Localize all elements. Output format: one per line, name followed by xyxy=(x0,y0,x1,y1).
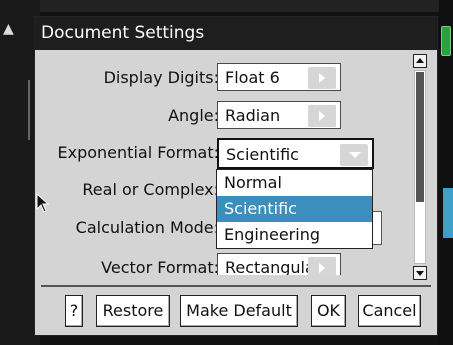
chevron-down-icon xyxy=(349,152,361,158)
display-digits-arrow-button[interactable] xyxy=(308,67,336,89)
dropdown-option-scientific[interactable]: Scientific xyxy=(217,196,372,222)
vector-format-arrow-button[interactable] xyxy=(308,257,336,275)
angle-label: Angle: xyxy=(168,106,219,125)
angle-row: Angle: Radian xyxy=(35,101,415,131)
vector-format-row: Vector Format: Rectangular xyxy=(35,253,415,275)
exponential-format-label: Exponential Format: xyxy=(57,143,219,162)
settings-scrollbar[interactable] xyxy=(413,54,429,280)
scroll-up-button[interactable] xyxy=(413,54,427,68)
vector-format-label: Vector Format: xyxy=(101,258,219,275)
exponential-format-arrow-button[interactable] xyxy=(340,144,368,166)
exponential-format-select[interactable]: Scientific xyxy=(217,138,374,169)
cancel-button[interactable]: Cancel xyxy=(358,295,421,327)
scroll-track[interactable] xyxy=(414,70,426,264)
dialog-title: Document Settings xyxy=(35,17,437,50)
ok-button[interactable]: OK xyxy=(311,295,346,327)
display-digits-select[interactable]: Float 6 xyxy=(217,63,341,91)
calculation-mode-label: Calculation Mode: xyxy=(75,218,219,237)
exponential-format-row: Exponential Format: Scientific xyxy=(35,138,415,169)
chevron-down-icon xyxy=(416,271,424,276)
chevron-right-icon xyxy=(319,73,325,83)
mouse-pointer-icon xyxy=(36,193,50,213)
dropdown-option-normal[interactable]: Normal xyxy=(217,170,372,196)
button-divider xyxy=(41,285,431,287)
angle-value: Radian xyxy=(225,106,281,125)
display-digits-row: Display Digits: Float 6 xyxy=(35,63,415,93)
chevron-up-icon xyxy=(416,58,424,63)
scroll-down-button[interactable] xyxy=(413,266,427,280)
angle-select[interactable]: Radian xyxy=(217,101,341,129)
vector-format-select[interactable]: Rectangular xyxy=(217,253,341,275)
restore-button[interactable]: Restore xyxy=(96,295,170,327)
exponential-format-dropdown: Normal Scientific Engineering xyxy=(216,169,373,249)
make-default-button[interactable]: Make Default xyxy=(180,295,298,327)
dropdown-option-engineering[interactable]: Engineering xyxy=(217,222,372,248)
document-settings-dialog: Document Settings Display Digits: Float … xyxy=(34,16,438,336)
exponential-format-value: Scientific xyxy=(226,145,299,164)
scroll-thumb[interactable] xyxy=(416,72,424,202)
battery-icon xyxy=(441,26,451,56)
background-up-arrow-icon: ▲ xyxy=(3,21,14,37)
real-or-complex-label: Real or Complex: xyxy=(82,180,219,199)
display-digits-value: Float 6 xyxy=(225,68,280,87)
display-digits-label: Display Digits: xyxy=(103,68,219,87)
chevron-right-icon xyxy=(319,111,325,121)
angle-arrow-button[interactable] xyxy=(308,105,336,127)
background-side-tab xyxy=(443,188,453,238)
help-button[interactable]: ? xyxy=(65,295,83,327)
chevron-right-icon xyxy=(319,263,325,273)
vector-format-value: Rectangular xyxy=(225,258,322,275)
background-app-strip xyxy=(0,0,453,12)
